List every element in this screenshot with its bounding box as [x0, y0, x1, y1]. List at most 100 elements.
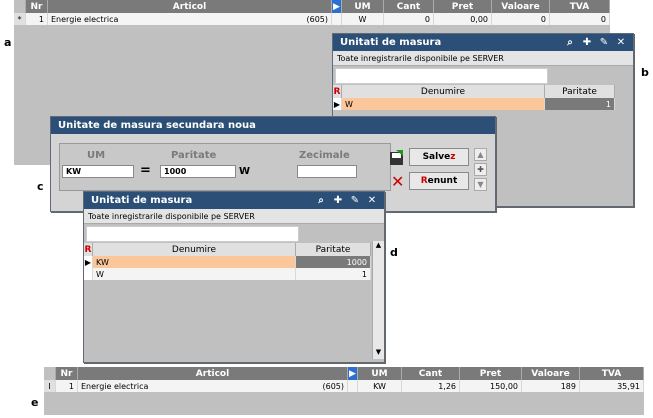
- window-title-bar: Unitati de masura ⌕ ✚ ✎ ✕: [333, 34, 633, 51]
- scroll-up-icon[interactable]: ▲: [373, 241, 384, 252]
- col-articol[interactable]: Articol: [48, 0, 332, 13]
- close-icon[interactable]: ✕: [615, 37, 627, 49]
- dialog-title: Unitate de masura secundara noua: [58, 120, 256, 131]
- table-row[interactable]: ▶ KW 1000: [84, 256, 384, 268]
- cell-um: W: [342, 13, 384, 25]
- grid-top-header: Nr Articol ▶ UM Cant Pret Valoare TVA: [14, 0, 610, 13]
- zecimale-label: Zecimale: [299, 150, 350, 161]
- cell-denumire: KW: [93, 256, 296, 268]
- cell-pret: 150,00: [460, 380, 522, 392]
- col-pret[interactable]: Pret: [434, 0, 492, 13]
- window-unitati-d: Unitati de masura ⌕ ✚ ✎ ✕ Toate inregist…: [83, 191, 385, 363]
- edit-icon[interactable]: ✎: [349, 195, 361, 207]
- cell-cant: 0: [384, 13, 434, 25]
- cell-nr: 1: [56, 380, 78, 392]
- plus-icon[interactable]: ✚: [474, 163, 487, 176]
- search-icon[interactable]: ⌕: [564, 37, 576, 49]
- grid-bottom: Nr Articol ▶ UM Cant Pret Valoare TVA I …: [44, 367, 644, 415]
- articol-code: (605): [322, 381, 344, 391]
- cell-valoare: 0: [492, 13, 550, 25]
- col-tva[interactable]: TVA: [580, 367, 644, 380]
- col-paritate[interactable]: Paritate: [545, 85, 615, 98]
- cell-articol: Energie electrica (605): [78, 380, 348, 392]
- col-valoare[interactable]: Valoare: [492, 0, 550, 13]
- col-um[interactable]: UM: [342, 0, 384, 13]
- cell-articol: Energie electrica (605): [48, 13, 332, 25]
- search-input[interactable]: [86, 226, 299, 242]
- col-tva[interactable]: TVA: [550, 0, 610, 13]
- window-title-bar: Unitati de masura ⌕ ✚ ✎ ✕: [84, 192, 384, 209]
- edit-icon[interactable]: ✎: [598, 37, 610, 49]
- col-um[interactable]: UM: [358, 367, 402, 380]
- um-input[interactable]: KW: [62, 165, 134, 178]
- col-denumire[interactable]: Denumire: [342, 85, 545, 98]
- grid-bottom-header: Nr Articol ▶ UM Cant Pret Valoare TVA: [44, 367, 644, 380]
- cell-denumire: W: [342, 98, 545, 110]
- cell-valoare: 189: [522, 380, 580, 392]
- label-e: e: [31, 396, 39, 409]
- col-paritate[interactable]: Paritate: [296, 243, 371, 256]
- cell-um: KW: [358, 380, 402, 392]
- expand-arrow-icon[interactable]: ▶: [348, 367, 358, 380]
- cell-denumire: W: [93, 268, 296, 280]
- col-nr[interactable]: Nr: [56, 367, 78, 380]
- table-header: R Denumire Paritate: [84, 243, 384, 256]
- zecimale-input[interactable]: [297, 165, 357, 178]
- arrow-up-icon[interactable]: ▲: [474, 148, 487, 161]
- row-marker: *: [14, 13, 26, 25]
- cancel-button-label: Renunt: [420, 176, 458, 186]
- col-pret[interactable]: Pret: [460, 367, 522, 380]
- cell-paritate: 1000: [296, 256, 371, 268]
- table-row[interactable]: I 1 Energie electrica (605) KW 1,26 150,…: [44, 380, 644, 392]
- articol-text: Energie electrica: [51, 14, 119, 24]
- col-nr[interactable]: Nr: [26, 0, 48, 13]
- paritate-label: Paritate: [171, 150, 217, 161]
- arrow-down-icon[interactable]: ▼: [474, 178, 487, 191]
- cancel-x-icon: ✕: [391, 172, 405, 191]
- label-c: c: [37, 180, 44, 193]
- add-icon[interactable]: ✚: [332, 195, 344, 207]
- equals-sign: =: [140, 163, 151, 178]
- col-articol[interactable]: Articol: [78, 367, 348, 380]
- cancel-button[interactable]: Renunt: [409, 172, 469, 190]
- close-icon[interactable]: ✕: [366, 195, 378, 207]
- paritate-input[interactable]: 1000: [160, 165, 236, 178]
- row-pointer-icon: ▶: [333, 98, 342, 110]
- window-title: Unitati de masura: [340, 37, 442, 48]
- cell-paritate: 1: [296, 268, 371, 280]
- col-valoare[interactable]: Valoare: [522, 367, 580, 380]
- col-denumire[interactable]: Denumire: [93, 243, 296, 256]
- articol-code: (605): [306, 14, 328, 24]
- row-marker: I: [44, 380, 56, 392]
- save-button[interactable]: Salvez: [409, 148, 469, 166]
- cell-tva: 0: [550, 13, 610, 25]
- col-cant[interactable]: Cant: [384, 0, 434, 13]
- label-d: d: [390, 246, 398, 259]
- col-r: R: [333, 85, 342, 98]
- row-pointer-icon: ▶: [84, 256, 93, 268]
- cell-tva: 35,91: [580, 380, 644, 392]
- col-cant[interactable]: Cant: [402, 367, 460, 380]
- table-row[interactable]: * 1 Energie electrica (605) W 0 0,00 0 0: [14, 13, 610, 25]
- paritate-unit: W: [239, 166, 251, 177]
- cell-pret: 0,00: [434, 13, 492, 25]
- vertical-scrollbar[interactable]: ▲ ▼: [372, 241, 384, 359]
- window-title: Unitati de masura: [91, 195, 193, 206]
- label-a: a: [4, 36, 12, 49]
- info-bar: Toate inregistrarile disponibile pe SERV…: [84, 209, 384, 224]
- scroll-down-icon[interactable]: ▼: [373, 348, 384, 359]
- expand-arrow-icon[interactable]: ▶: [332, 0, 342, 13]
- dialog-title-bar: Unitate de masura secundara noua: [51, 117, 495, 134]
- save-icon: [389, 150, 405, 166]
- um-label: UM: [87, 150, 106, 161]
- search-icon[interactable]: ⌕: [315, 195, 327, 207]
- label-b: b: [641, 66, 649, 79]
- articol-text: Energie electrica: [81, 381, 149, 391]
- table-row[interactable]: W 1: [84, 268, 384, 280]
- cell-cant: 1,26: [402, 380, 460, 392]
- info-bar: Toate inregistrarile disponibile pe SERV…: [333, 51, 633, 66]
- search-input[interactable]: [335, 68, 548, 84]
- col-r: R: [84, 243, 93, 256]
- table-row[interactable]: ▶ W 1: [333, 98, 633, 110]
- add-icon[interactable]: ✚: [581, 37, 593, 49]
